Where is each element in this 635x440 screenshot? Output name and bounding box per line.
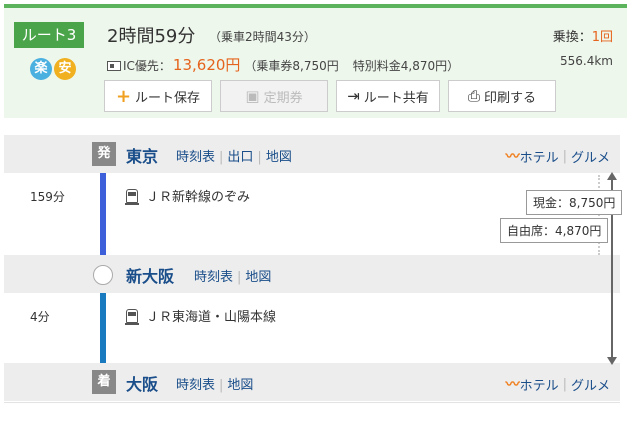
transfer-label: 乗換： bbox=[552, 30, 592, 45]
fare-total: 13,620円 bbox=[172, 56, 241, 74]
ic-card-icon bbox=[107, 61, 121, 71]
cash-fare-box: 現金：8,750円 bbox=[526, 190, 623, 215]
save-route-button[interactable]: + ルート保存 bbox=[104, 80, 212, 112]
gourmet-link[interactable]: グルメ bbox=[571, 147, 610, 166]
jalan-logo-icon: 〰 bbox=[505, 377, 520, 393]
timetable-link[interactable]: 時刻表 bbox=[176, 378, 215, 393]
route-summary-panel: ルート3 楽 安 2時間59分 （乗車2時間43分） IC優先： 13,620円… bbox=[4, 4, 627, 118]
exit-link[interactable]: 出口 bbox=[227, 150, 253, 165]
train-icon bbox=[125, 308, 139, 325]
transfer-station-icon bbox=[93, 265, 113, 285]
station-extras: 〰 ホテル | グルメ bbox=[506, 374, 610, 394]
fare-range-dotted bbox=[598, 175, 600, 255]
commuter-pass-label: 定期券 bbox=[263, 90, 303, 106]
train-line[interactable]: ＪＲ新幹線のぞみ bbox=[125, 186, 251, 205]
ride-time: （乗車2時間43分） bbox=[209, 30, 316, 44]
station-links: 時刻表 | 出口 | 地図 bbox=[176, 150, 292, 165]
departure-marker: 発 bbox=[92, 142, 116, 166]
fare-line: IC優先： 13,620円 （乗車券8,750円 特別料金4,870円） bbox=[107, 54, 459, 75]
segment-duration: 4分 bbox=[30, 310, 50, 324]
distance: 556.4km bbox=[560, 54, 613, 68]
train-icon bbox=[125, 188, 139, 205]
fare-extra: 特別料金4,870円） bbox=[352, 59, 460, 73]
printer-icon: ⎙ bbox=[467, 87, 480, 105]
station-links: 時刻表 | 地図 bbox=[194, 270, 272, 285]
map-link[interactable]: 地図 bbox=[245, 270, 271, 285]
total-time: 2時間59分 bbox=[107, 26, 196, 47]
transfer-count: 乗換：1回 bbox=[553, 26, 613, 45]
reserved-fare-box: 自由席：4,870円 bbox=[500, 218, 609, 243]
timetable-link[interactable]: 時刻表 bbox=[176, 150, 215, 165]
jalan-logo-icon: 〰 bbox=[505, 149, 520, 165]
station-name[interactable]: 東京 bbox=[126, 143, 158, 167]
station-row-arrival: 着 大阪 時刻表 | 地図 〰 ホテル | グルメ bbox=[4, 363, 620, 401]
print-label: 印刷する bbox=[484, 90, 537, 106]
hotel-link[interactable]: ホテル bbox=[520, 375, 559, 394]
local-line bbox=[100, 293, 106, 363]
segment-duration: 159分 bbox=[30, 190, 65, 204]
print-button[interactable]: ⎙ 印刷する bbox=[448, 80, 556, 112]
route-number-badge: ルート3 bbox=[14, 22, 84, 48]
station-extras: 〰 ホテル | グルメ bbox=[506, 146, 610, 166]
train-name: ＪＲ東海道・山陽本線 bbox=[146, 310, 277, 325]
timetable-link[interactable]: 時刻表 bbox=[194, 270, 233, 285]
share-icon: ⇥ bbox=[347, 87, 360, 105]
station-name[interactable]: 大阪 bbox=[126, 371, 158, 395]
arrow-down-icon bbox=[607, 357, 617, 365]
shinkansen-line bbox=[100, 173, 106, 255]
divider bbox=[4, 402, 620, 403]
plus-icon: + bbox=[115, 85, 132, 107]
map-link[interactable]: 地図 bbox=[227, 378, 253, 393]
commuter-pass-button[interactable]: ▣ 定期券 bbox=[220, 80, 328, 112]
transfer-number: 1回 bbox=[591, 30, 613, 45]
fare-ticket: （乗車券8,750円 bbox=[244, 59, 339, 73]
train-line[interactable]: ＪＲ東海道・山陽本線 bbox=[125, 306, 277, 325]
easy-icon: 楽 bbox=[30, 58, 52, 80]
ic-label: IC優先： bbox=[123, 59, 171, 73]
share-route-button[interactable]: ⇥ ルート共有 bbox=[336, 80, 440, 112]
station-row-departure: 発 東京 時刻表 | 出口 | 地図 〰 ホテル | グルメ bbox=[4, 135, 620, 173]
station-links: 時刻表 | 地図 bbox=[176, 378, 254, 393]
station-name[interactable]: 新大阪 bbox=[126, 263, 174, 287]
map-link[interactable]: 地図 bbox=[266, 150, 292, 165]
gourmet-link[interactable]: グルメ bbox=[571, 375, 610, 394]
hotel-link[interactable]: ホテル bbox=[520, 147, 559, 166]
cheap-icon: 安 bbox=[54, 58, 76, 80]
route-tags: 楽 安 bbox=[30, 58, 76, 80]
share-route-label: ルート共有 bbox=[363, 90, 429, 106]
arrival-marker: 着 bbox=[92, 370, 116, 394]
save-route-label: ルート保存 bbox=[135, 90, 201, 106]
action-buttons: + ルート保存 ▣ 定期券 ⇥ ルート共有 ⎙ 印刷する bbox=[104, 80, 556, 112]
train-name: ＪＲ新幹線のぞみ bbox=[146, 190, 251, 205]
commuter-pass-icon: ▣ bbox=[245, 87, 260, 105]
